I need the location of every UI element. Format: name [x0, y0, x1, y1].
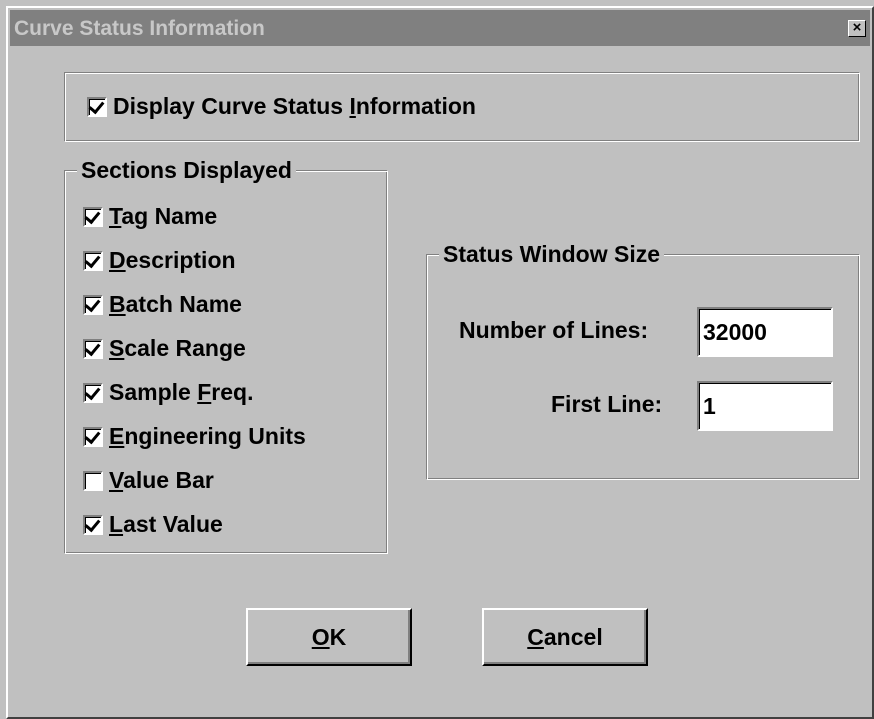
section-label-engineering-units: Engineering Units — [109, 423, 306, 449]
section-checkbox-sample-freq[interactable]: Sample Freq. — [83, 379, 253, 406]
section-checkbox-box-sample-freq[interactable] — [83, 382, 103, 403]
section-checkbox-engineering-units[interactable]: Engineering Units — [83, 423, 306, 450]
section-checkbox-box-engineering-units[interactable] — [83, 426, 103, 447]
section-label-description: Description — [109, 247, 236, 273]
number-of-lines-input[interactable]: 32000 — [697, 307, 833, 357]
display-curve-status-label: Display Curve Status Information — [113, 93, 476, 119]
ok-button[interactable]: OK — [246, 608, 412, 666]
title-bar[interactable]: Curve Status Information × — [10, 10, 870, 46]
first-line-label: First Line: — [551, 391, 663, 417]
section-label-batch-name: Batch Name — [109, 291, 242, 317]
section-checkbox-box-scale-range[interactable] — [83, 338, 103, 359]
cancel-button-label: Cancel — [527, 623, 603, 650]
section-checkbox-tag-name[interactable]: Tag Name — [83, 203, 217, 230]
window-title: Curve Status Information — [14, 17, 265, 40]
section-checkbox-box-last-value[interactable] — [83, 514, 103, 535]
section-label-scale-range: Scale Range — [109, 335, 246, 361]
section-checkbox-box-batch-name[interactable] — [83, 294, 103, 315]
section-checkbox-box-description[interactable] — [83, 250, 103, 271]
status-window-size-caption: Status Window Size — [439, 241, 665, 268]
status-window-size-group: Status Window Size Number of Lines: 3200… — [426, 241, 860, 480]
section-checkbox-last-value[interactable]: Last Value — [83, 511, 223, 538]
cancel-button[interactable]: Cancel — [482, 608, 648, 666]
section-checkbox-description[interactable]: Description — [83, 247, 236, 274]
close-icon[interactable]: × — [848, 20, 866, 37]
ok-button-label: OK — [311, 623, 347, 650]
display-curve-status-checkbox[interactable]: Display Curve Status Information — [87, 93, 476, 120]
section-label-last-value: Last Value — [109, 511, 223, 537]
sections-displayed-caption: Sections Displayed — [77, 157, 296, 184]
section-checkbox-box-value-bar[interactable] — [83, 470, 103, 491]
dialog-window: Curve Status Information × Display Curve… — [6, 6, 874, 719]
section-checkbox-box-tag-name[interactable] — [83, 206, 103, 227]
section-checkbox-value-bar[interactable]: Value Bar — [83, 467, 214, 494]
display-group: Display Curve Status Information — [64, 72, 860, 142]
number-of-lines-label: Number of Lines: — [459, 317, 649, 343]
section-checkbox-batch-name[interactable]: Batch Name — [83, 291, 242, 318]
display-curve-status-checkbox-box[interactable] — [87, 96, 107, 117]
sections-displayed-group: Sections Displayed Tag Name Description Ba… — [64, 157, 388, 554]
section-checkbox-scale-range[interactable]: Scale Range — [83, 335, 246, 362]
first-line-input[interactable]: 1 — [697, 381, 833, 431]
section-label-tag-name: Tag Name — [109, 203, 218, 229]
section-label-value-bar: Value Bar — [109, 467, 214, 493]
section-label-sample-freq: Sample Freq. — [109, 379, 254, 405]
